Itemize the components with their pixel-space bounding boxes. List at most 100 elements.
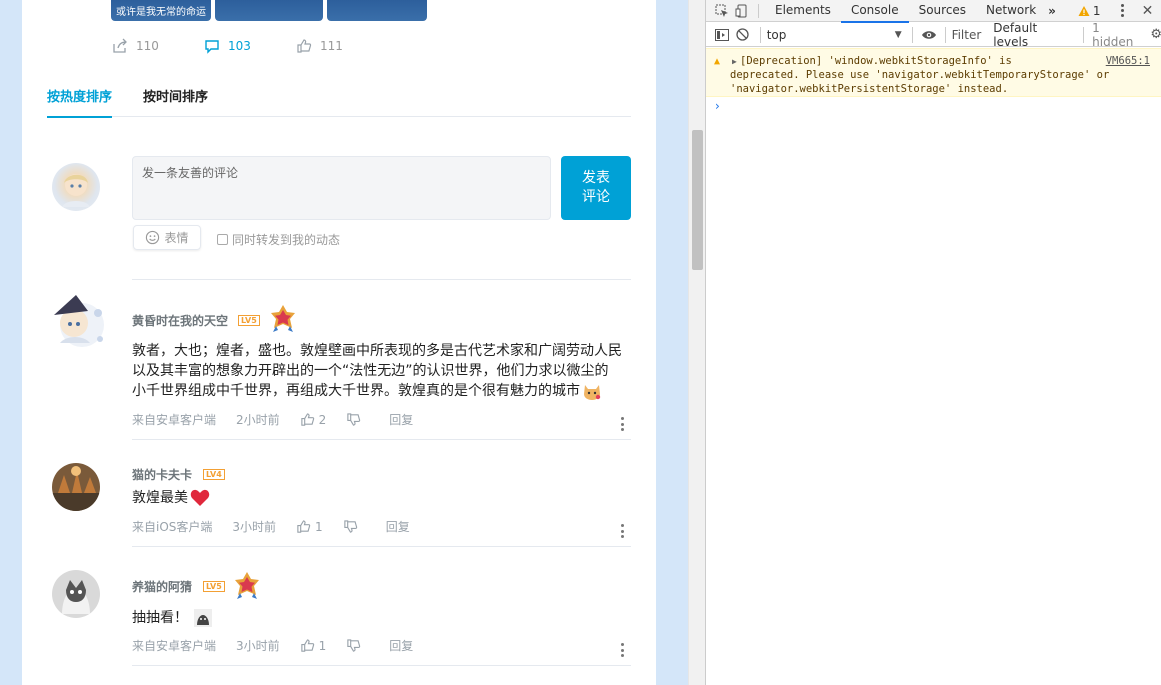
comment-avatar[interactable] [52,570,100,618]
console-prompt[interactable]: › [715,99,720,113]
comment-text: 敦者，大也；煌者，盛也。敦煌壁画中所表现的多是古代艺术家和广阔劳动人民 以及其丰… [132,341,622,401]
smile-icon [146,230,160,245]
comment-username[interactable]: 猫的卡夫卡 [132,466,192,483]
level-badge: LV5 [203,581,225,592]
comment-dislike-button[interactable] [343,519,358,534]
comment-time: 3小时前 [232,520,277,534]
like-count: 111 [320,39,343,53]
post-image[interactable] [327,0,427,21]
divider [132,546,631,547]
comment-avatar[interactable] [52,463,100,511]
warning-counter[interactable]: 1 [1078,4,1101,18]
filter-input[interactable]: Filter [952,28,988,42]
devtools-menu-icon[interactable] [1120,4,1124,17]
share-count: 110 [136,39,159,53]
comment-username[interactable]: 黄昏时在我的天空 [132,312,228,329]
thumb-up-icon [300,639,314,652]
forward-checkbox[interactable] [217,234,228,245]
context-value: top [766,27,787,42]
thumb-up-icon [300,413,314,426]
comment-avatar[interactable] [40,293,110,353]
live-expression-eye-icon[interactable] [919,30,939,40]
page-background-left [0,0,22,685]
tab-sort-hot[interactable]: 按热度排序 [47,88,113,118]
cat-sticker-icon [194,609,212,627]
like-button[interactable]: 111 [296,38,388,54]
comment-dislike-button[interactable] [346,412,361,427]
console-settings-gear-icon[interactable]: ⚙ [1150,27,1161,42]
comment-text: 抽抽看！ [132,608,212,628]
my-avatar[interactable] [52,163,100,211]
more-options-icon[interactable] [620,643,624,657]
comment-dislike-button[interactable] [346,638,361,653]
scrollbar-thumb[interactable] [692,130,703,270]
comment-like-button[interactable]: 1 [296,519,323,534]
divider [132,439,631,440]
thumb-up-icon [297,39,312,53]
comment-like-count: 1 [318,638,327,653]
close-icon[interactable]: ✕ [1142,3,1154,19]
tab-console[interactable]: Console [840,0,909,23]
warning-icon: ▲ [714,56,721,67]
comment-source: 来自iOS客户端 [132,520,213,534]
inspect-element-icon[interactable] [712,4,732,18]
warning-line: 'navigator.webkitPersistentStorage' inst… [730,83,1009,95]
divider [132,665,631,666]
console-warning-message: ▲ ▶ [Deprecation] 'window.webkitStorageI… [706,48,1161,97]
comment-text-line: 敦者，大也；煌者，盛也。敦煌壁画中所表现的多是古代艺术家和广阔劳动人民 [132,343,622,359]
post-stats: 110 103 111 [112,38,388,54]
post-images: 或许是我无常的命运 [111,0,427,21]
comment-like-button[interactable]: 1 [300,638,327,653]
divider [132,279,631,280]
comment-username[interactable]: 养猫的阿猜 [132,578,192,595]
warning-icon [1078,5,1090,16]
post-image-caption: 或许是我无常的命运 [116,7,206,18]
comment-source: 来自安卓客户端 [132,639,217,653]
more-options-icon[interactable] [620,524,624,538]
expand-triangle-icon[interactable]: ▶ [732,55,737,69]
comment-time: 3小时前 [236,639,280,653]
tab-elements[interactable]: Elements [765,0,841,22]
context-selector[interactable]: top ▼ [767,28,906,42]
device-toolbar-icon[interactable] [732,4,752,18]
comment-like-count: 1 [315,519,323,534]
comment-text-line: 抽抽看！ [132,610,188,626]
console-toolbar: top ▼ Filter Default levels 1 hidden ⚙ [706,21,1161,49]
comment-reply-button[interactable]: 回复 [389,637,413,654]
emoji-button[interactable]: 表情 [133,225,201,250]
page-scrollbar[interactable] [688,0,705,685]
share-button[interactable]: 110 [112,38,204,54]
comment-input[interactable]: 发一条友善的评论 [132,156,551,220]
forward-option[interactable]: 同时转发到我的动态 [217,231,340,248]
comment-icon [205,40,219,54]
tab-network[interactable]: Network [976,0,1046,22]
more-options-icon[interactable] [620,417,624,431]
medal-icon [235,572,259,599]
message-source-link[interactable]: VM665:1 [1106,54,1150,68]
comment-reply-button[interactable]: 回复 [386,518,410,535]
forward-label: 同时转发到我的动态 [232,233,341,247]
comment-reply-button[interactable]: 回复 [389,411,413,428]
log-levels-dropdown[interactable]: Default levels [993,21,1075,49]
clear-console-icon[interactable] [732,28,754,41]
post-image[interactable]: 或许是我无常的命运 [111,0,211,21]
more-tabs-icon[interactable]: » [1048,4,1056,18]
comment-meta: 来自安卓客户端 2小时前 2 回复 [132,411,433,428]
sidebar-toggle-icon[interactable] [712,28,732,41]
sort-tabs: 按热度排序 按时间排序 [47,88,631,118]
post-image[interactable] [215,0,323,21]
heart-icon [190,489,210,506]
cat-emoji-icon [584,385,601,400]
warning-count: 1 [1092,3,1101,18]
tab-sort-time[interactable]: 按时间排序 [143,88,208,117]
page-background-right [656,0,688,685]
comment-text-line: 小千世界组成中千世界，再组成大千世界。敦煌真的是个很有魅力的城市 [132,383,580,399]
comment-like-button[interactable]: 2 [300,412,327,427]
warning-line: [Deprecation] 'window.webkitStorageInfo'… [740,55,1012,67]
comment-button[interactable]: 103 [204,38,296,54]
comment-like-count: 2 [318,412,327,427]
submit-comment-button[interactable]: 发表 评论 [561,156,631,220]
tab-sources[interactable]: Sources [909,0,976,22]
dropdown-arrow-icon: ▼ [894,29,902,40]
comment-count: 103 [228,39,251,53]
